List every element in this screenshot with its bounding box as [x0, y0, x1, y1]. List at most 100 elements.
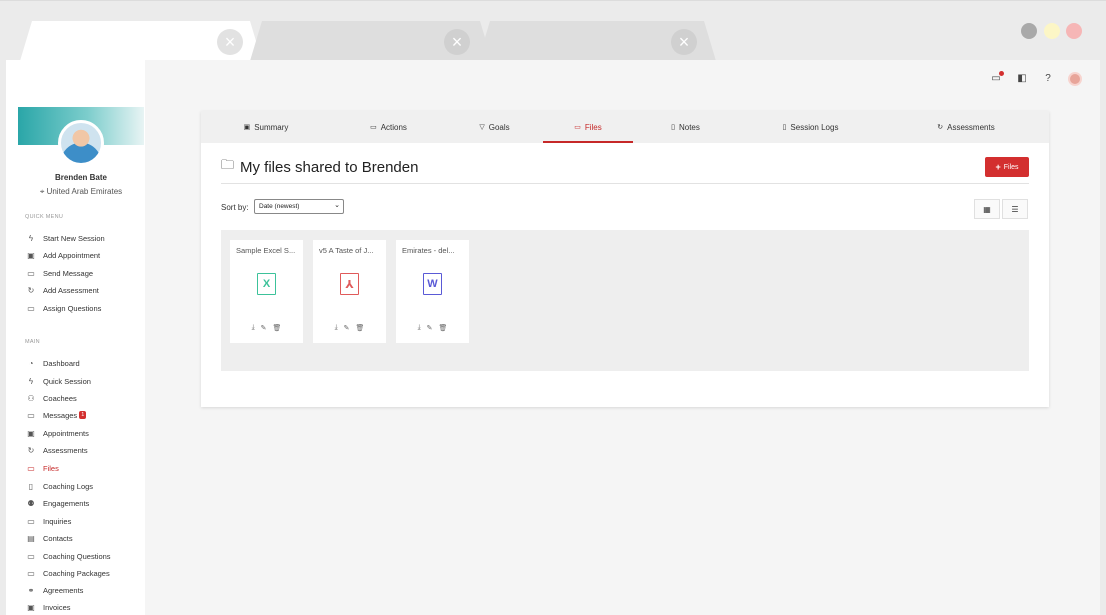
invoice-icon: ▣: [27, 602, 35, 612]
list-icon: ☰: [1011, 204, 1019, 214]
files-grid: Sample Excel S... X ⤓ ✎ 🗑 v5 A Taste of …: [221, 230, 1029, 371]
sidebar-item-assign-questions[interactable]: ▭ Assign Questions: [25, 301, 101, 315]
profile-location: ⌖ United Arab Emirates: [39, 187, 123, 196]
trophy-icon: ▽: [479, 124, 485, 131]
tab-summary[interactable]: ▣ Summary: [201, 111, 331, 143]
grid-view-button[interactable]: ▦: [974, 199, 1000, 219]
quick-menu-label: Quick Menu: [25, 214, 64, 220]
group-icon: ⚉: [27, 498, 35, 508]
question-chat-icon: ▭: [27, 551, 35, 561]
page-title: 🗀 My files shared to Brenden: [221, 156, 418, 178]
sidebar-item-appointments[interactable]: ▣ Appointments: [25, 426, 89, 440]
download-icon[interactable]: ⤓: [418, 324, 421, 332]
sidebar-item-coaching-packages[interactable]: ▭ Coaching Packages: [25, 566, 110, 580]
sidebar-item-start-new-session[interactable]: ϟ Start New Session: [25, 231, 105, 245]
add-files-button[interactable]: + Files: [985, 157, 1029, 177]
avatar[interactable]: [58, 120, 104, 166]
user-icon: ⚇: [27, 393, 35, 403]
sidebar-item-invoices[interactable]: ▣ Invoices: [25, 600, 70, 614]
edit-icon[interactable]: ✎: [344, 324, 350, 332]
close-tab-icon[interactable]: ×: [444, 29, 470, 55]
sidebar-item-contacts[interactable]: ▤ Contacts: [25, 531, 72, 545]
sidebar-item-messages[interactable]: ▭ Messages 1: [25, 408, 87, 422]
plus-icon: +: [995, 162, 1001, 172]
log-icon: ▯: [28, 481, 34, 491]
folder-icon: 🗀: [221, 157, 235, 172]
download-icon[interactable]: ⤓: [252, 324, 255, 332]
sidebar-item-assessments[interactable]: ↻ Assessments: [25, 443, 88, 457]
window-minimize-button[interactable]: [1021, 23, 1037, 39]
sidebar-item-agreements[interactable]: ⚭ Agreements: [25, 583, 84, 597]
tab-bar: ▣ Summary ▭ Actions ▽ Goals ▭ Files ▯ No…: [201, 111, 1049, 143]
sidebar-item-coachees[interactable]: ⚇ Coachees: [25, 391, 76, 405]
file-name: v5 A Taste of J...: [319, 246, 374, 255]
notification-dot: [999, 71, 1004, 76]
sidebar: Brenden Bate ⌖ United Arab Emirates Quic…: [6, 60, 145, 615]
divider: [221, 183, 1029, 184]
file-name: Sample Excel S...: [236, 246, 296, 255]
tab-notes[interactable]: ▯ Notes: [633, 111, 738, 143]
sort-label: Sort by:: [221, 203, 249, 212]
calendar-icon: ▣: [27, 428, 35, 438]
sidebar-item-inquiries[interactable]: ▭ Inquiries: [25, 514, 71, 528]
user-avatar[interactable]: [1068, 72, 1082, 86]
file-card[interactable]: Sample Excel S... X ⤓ ✎ 🗑: [230, 240, 303, 343]
file-actions: ⤓ ✎ 🗑: [230, 324, 303, 332]
close-tab-icon[interactable]: ×: [217, 29, 243, 55]
file-actions: ⤓ ✎ 🗑: [313, 324, 386, 332]
tab-goals[interactable]: ▽ Goals: [446, 111, 543, 143]
tab-actions[interactable]: ▭ Actions: [331, 111, 446, 143]
clipboard-icon: ▭: [370, 124, 377, 131]
lightning-icon: ϟ: [28, 376, 34, 386]
top-toolbar: ▭ ◧ ?: [990, 71, 1082, 86]
tab-session-logs[interactable]: ▯ Session Logs: [738, 111, 883, 143]
sidebar-item-quick-session[interactable]: ϟ Quick Session: [25, 374, 91, 388]
grid-icon: ▦: [983, 204, 991, 214]
sidebar-item-files[interactable]: ▭ Files: [25, 461, 59, 475]
file-card[interactable]: v5 A Taste of J... ⅄ ⤓ ✎ 🗑: [313, 240, 386, 343]
download-icon[interactable]: ⤓: [335, 324, 338, 332]
close-tab-icon[interactable]: ×: [671, 29, 697, 55]
sidebar-item-add-appointment[interactable]: ▣ Add Appointment: [25, 248, 100, 262]
list-view-button[interactable]: ☰: [1002, 199, 1028, 219]
folder-icon: ▭: [27, 463, 35, 473]
profile-name: Brenden Bate: [54, 173, 107, 182]
sidebar-item-add-assessment[interactable]: ↻ Add Assessment: [25, 283, 99, 297]
trash-icon[interactable]: 🗑: [439, 324, 448, 332]
main-menu-label: Main: [25, 339, 40, 345]
refresh-icon: ↻: [27, 445, 35, 455]
sidebar-item-engagements[interactable]: ⚉ Engagements: [25, 496, 89, 510]
sidebar-item-send-message[interactable]: ▭ Send Message: [25, 266, 93, 280]
trash-icon[interactable]: 🗑: [273, 324, 282, 332]
question-chat-icon: ▭: [27, 303, 35, 313]
refresh-icon: ↻: [27, 285, 35, 295]
log-icon: ▯: [782, 124, 787, 131]
main-area: ▭ ◧ ? ▣ Summary ▭ Actions ▽ Goals ▭ File…: [145, 60, 1100, 615]
window-maximize-button[interactable]: [1044, 23, 1060, 39]
notification-chat-icon[interactable]: ▭: [990, 71, 1004, 85]
file-card[interactable]: Emirates - del... W ⤓ ✎ 🗑: [396, 240, 469, 343]
file-actions: ⤓ ✎ 🗑: [396, 324, 469, 332]
contrast-icon[interactable]: ◧: [1016, 73, 1028, 85]
help-icon[interactable]: ?: [1042, 73, 1054, 85]
sidebar-item-coaching-logs[interactable]: ▯ Coaching Logs: [25, 479, 93, 493]
sidebar-item-dashboard[interactable]: ◔ Dashboard: [25, 356, 80, 370]
dashboard-icon: ◔: [28, 358, 34, 368]
trash-icon[interactable]: 🗑: [356, 324, 365, 332]
window-close-button[interactable]: [1066, 23, 1082, 39]
files-card: ▣ Summary ▭ Actions ▽ Goals ▭ Files ▯ No…: [201, 111, 1049, 407]
edit-icon[interactable]: ✎: [261, 324, 267, 332]
tab-files[interactable]: ▭ Files: [543, 111, 633, 143]
file-name: Emirates - del...: [402, 246, 455, 255]
sidebar-item-coaching-questions[interactable]: ▭ Coaching Questions: [25, 549, 110, 563]
tab-assessments[interactable]: ↻ Assessments: [883, 111, 1049, 143]
word-file-icon: W: [423, 273, 442, 295]
inquiry-icon: ▭: [27, 516, 35, 526]
contacts-icon: ▤: [27, 533, 35, 543]
excel-file-icon: X: [257, 273, 276, 295]
messages-badge: 1: [79, 411, 87, 419]
chevron-down-icon: ⌄: [334, 202, 340, 209]
frame-right: [1100, 60, 1106, 615]
edit-icon[interactable]: ✎: [427, 324, 433, 332]
sort-select[interactable]: Date (newest) ⌄: [254, 199, 344, 214]
